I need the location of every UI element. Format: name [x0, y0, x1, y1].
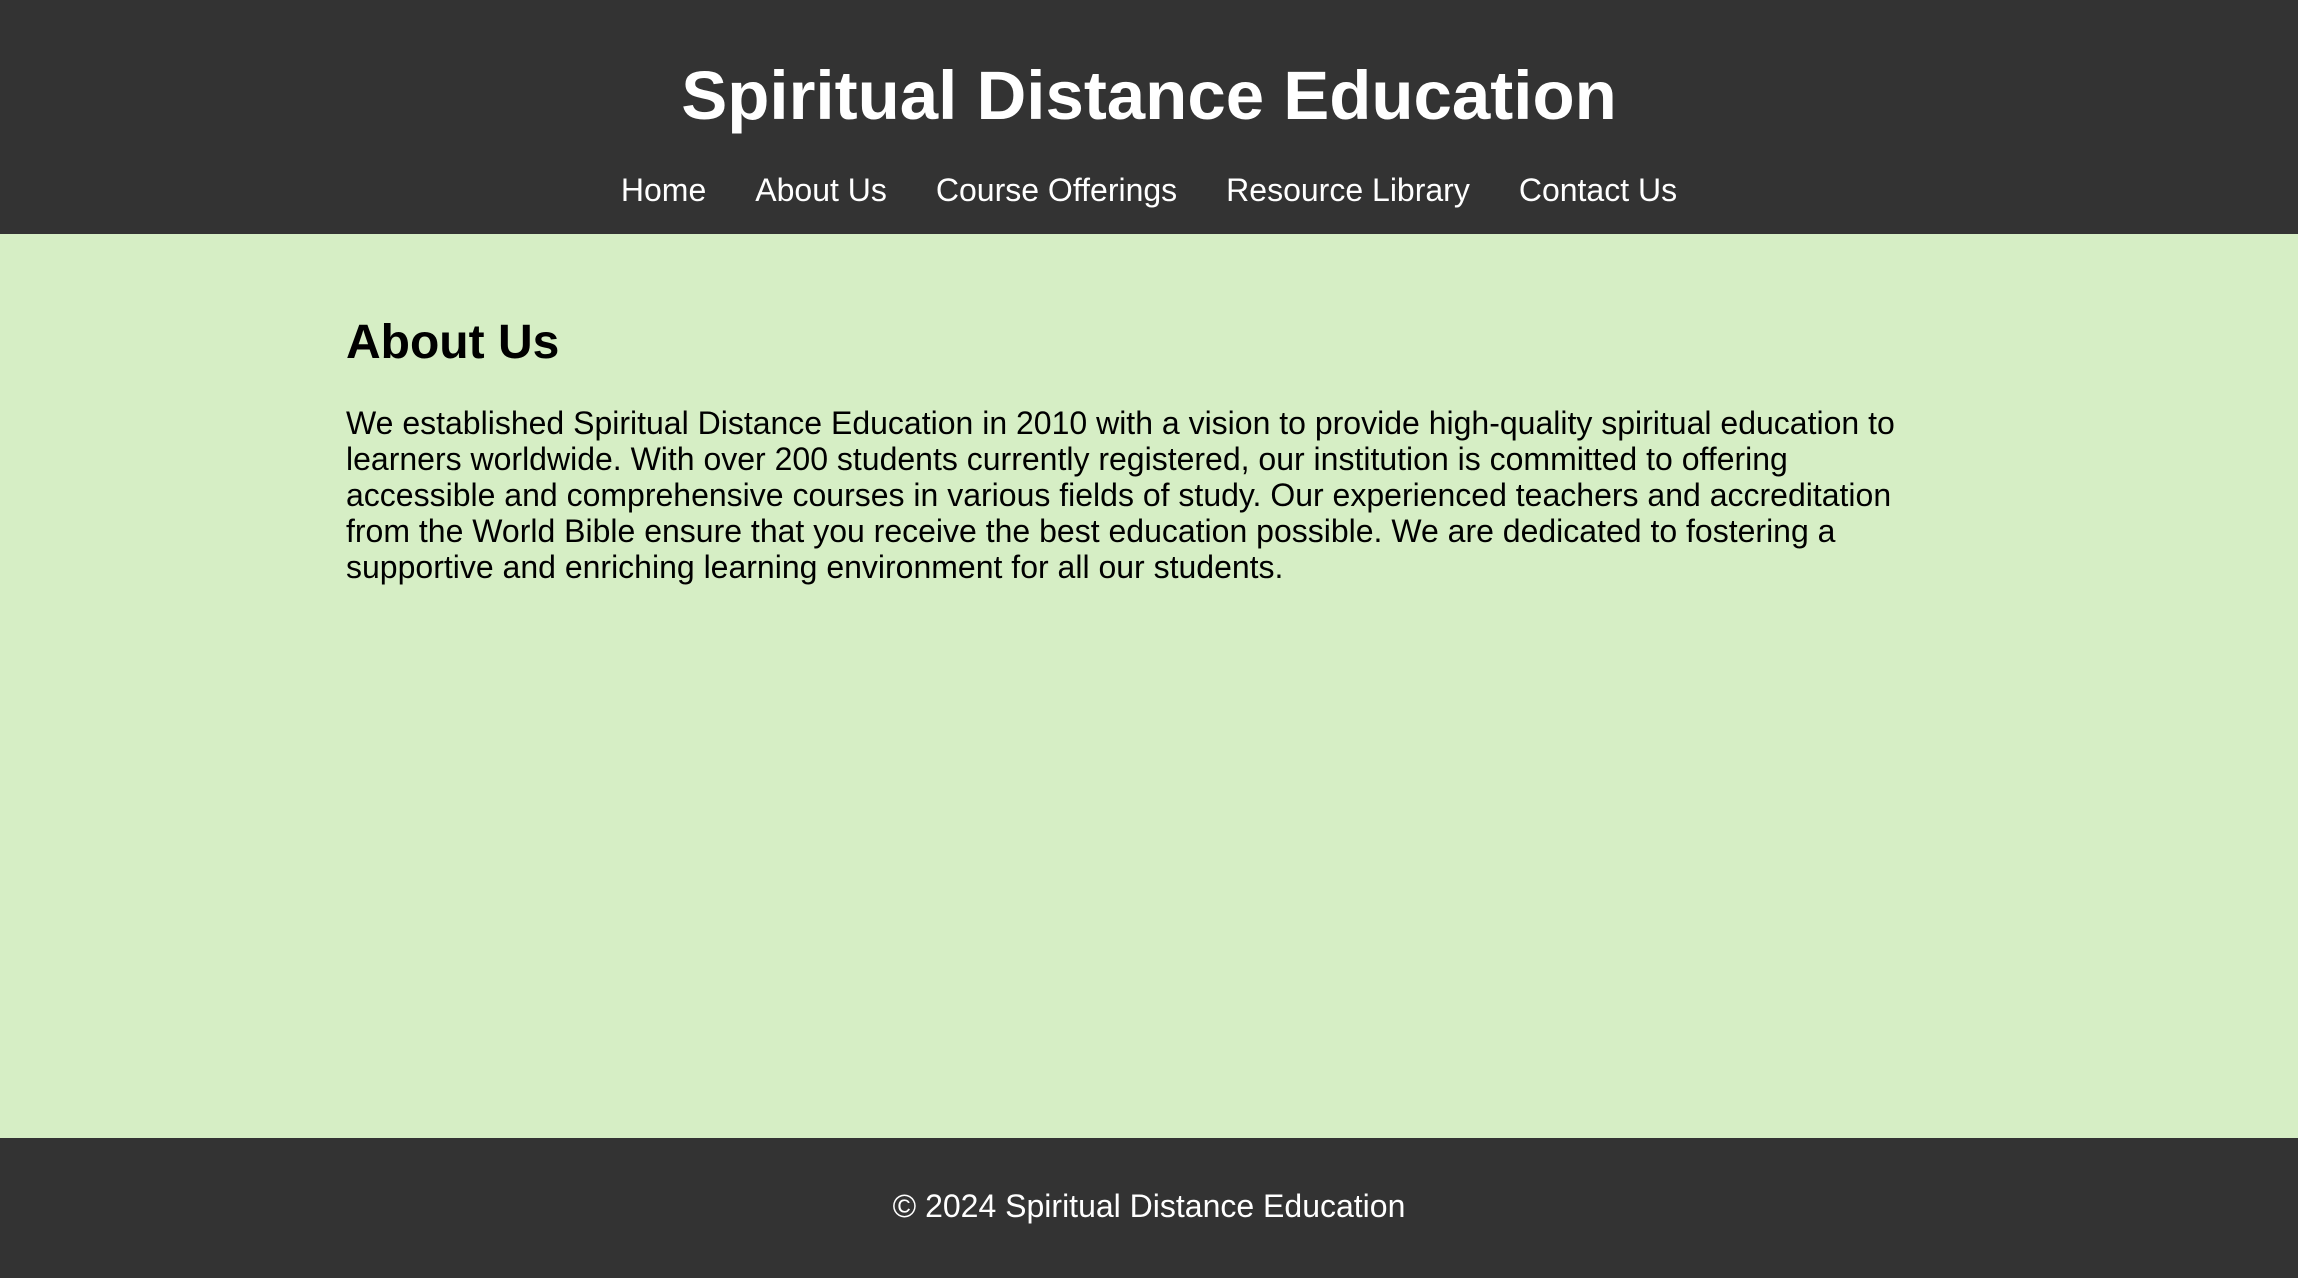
- nav-link-resource-library[interactable]: Resource Library: [1226, 170, 1470, 210]
- site-title: Spiritual Distance Education: [681, 57, 1617, 134]
- about-section: About Us We established Spiritual Distan…: [346, 234, 1902, 585]
- nav-link-about-us[interactable]: About Us: [755, 170, 887, 210]
- nav-link-contact-us[interactable]: Contact Us: [1519, 170, 1677, 210]
- main-nav: Home About Us Course Offerings Resource …: [0, 170, 2298, 210]
- nav-link-course-offerings[interactable]: Course Offerings: [936, 170, 1177, 210]
- copyright-text: © 2024 Spiritual Distance Education: [892, 1188, 1406, 1224]
- about-paragraph: We established Spiritual Distance Educat…: [346, 405, 1895, 585]
- section-heading: About Us: [346, 316, 560, 369]
- nav-link-home[interactable]: Home: [621, 170, 706, 210]
- site-header: Spiritual Distance Education Home About …: [0, 0, 2298, 234]
- main-content: About Us We established Spiritual Distan…: [0, 234, 2298, 1138]
- site-footer: © 2024 Spiritual Distance Education: [0, 1138, 2298, 1278]
